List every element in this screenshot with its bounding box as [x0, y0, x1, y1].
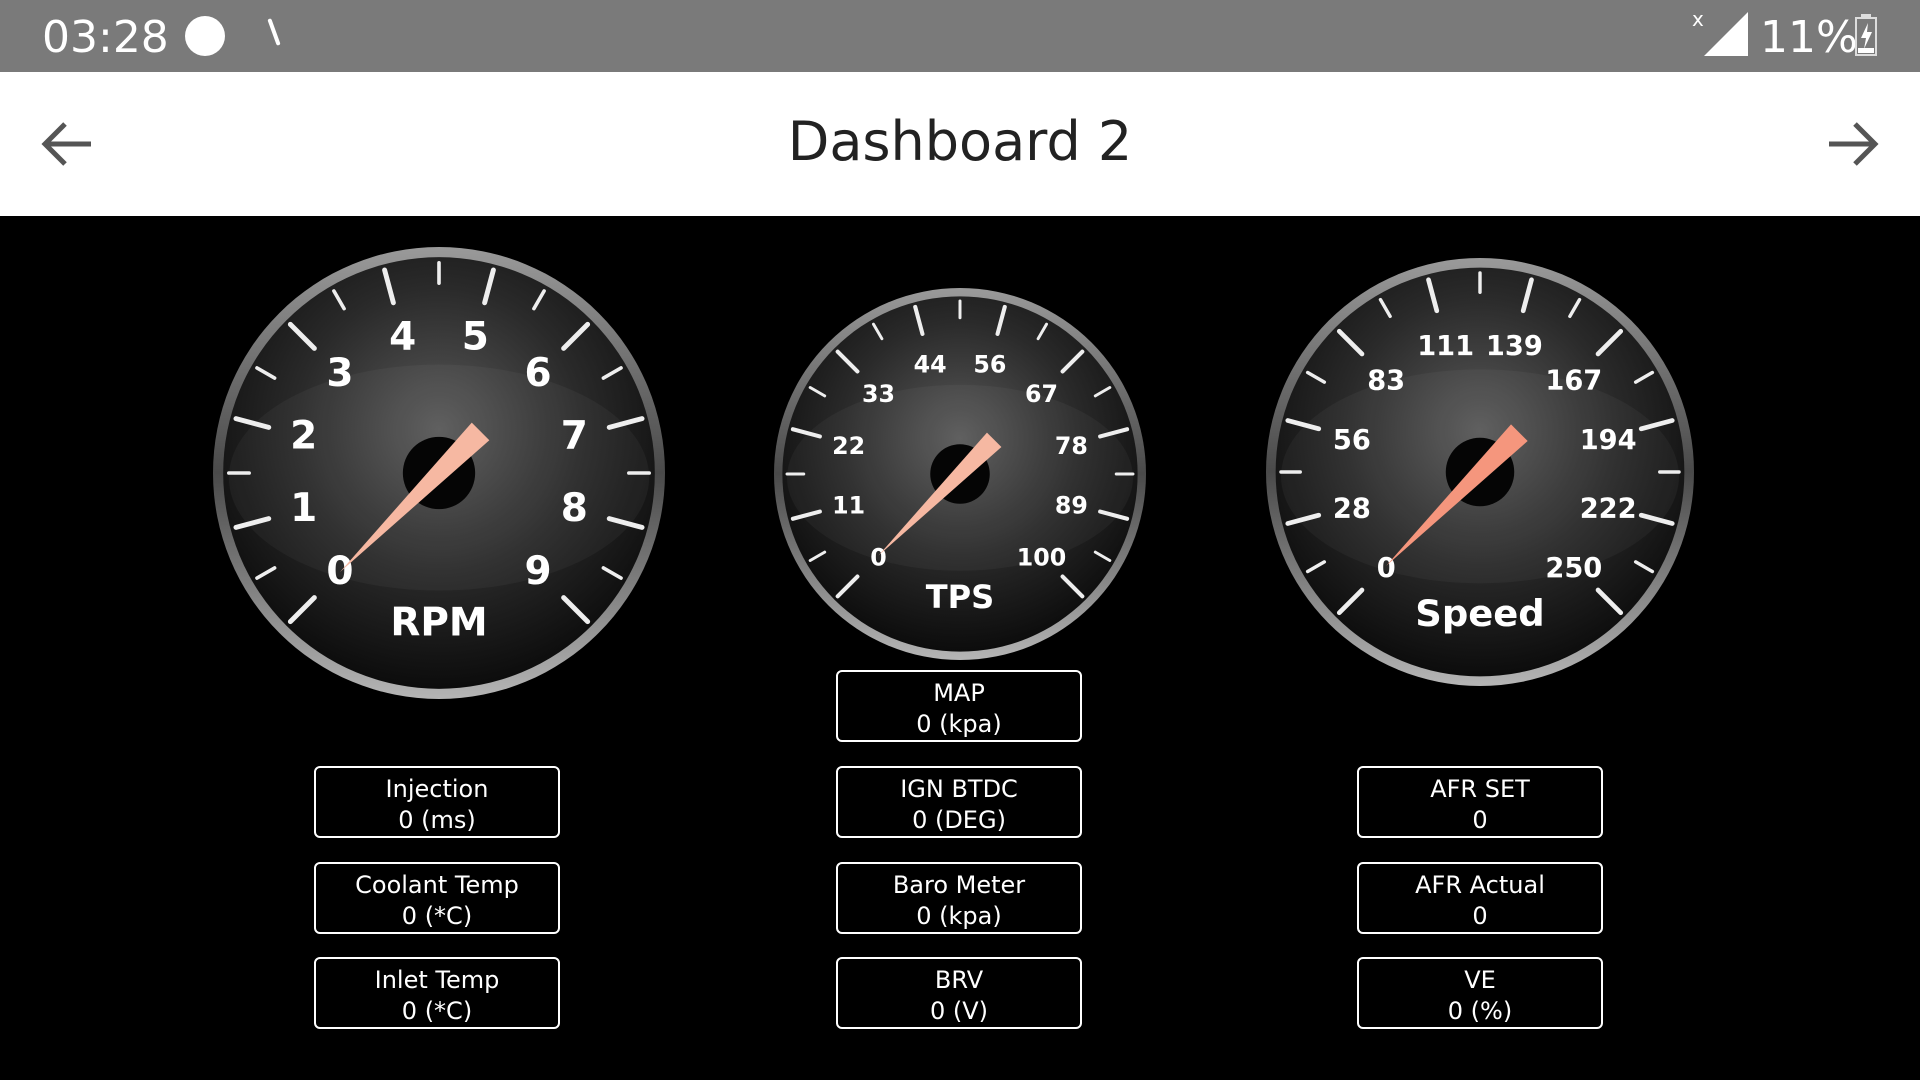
page-title: Dashboard 2 [787, 110, 1133, 173]
readout-label: VE [1464, 966, 1496, 994]
readout-value: 0 (ms) [398, 806, 476, 834]
readout-value: 0 (kpa) [916, 710, 1002, 738]
readout-label: Injection [385, 775, 489, 803]
readout-label: BRV [934, 966, 984, 994]
gauge-tick-label: 7 [561, 414, 588, 459]
notification-dot-icon [185, 16, 225, 56]
gauge-tick-label: 28 [1333, 494, 1371, 525]
readout-label: Inlet Temp [374, 966, 500, 994]
status-time: 03:28 [42, 12, 169, 63]
readout-value: 0 (kpa) [916, 902, 1002, 930]
gauge-tick-label: 8 [561, 486, 588, 531]
gauge-tick-label: 0 [870, 543, 887, 571]
readout-value: 0 (DEG) [912, 806, 1006, 834]
gauge-tick-label: 1 [290, 486, 317, 531]
gauge-tick-label: 167 [1545, 365, 1602, 396]
readout-value: 0 [1472, 806, 1488, 834]
gauge-label: RPM [390, 601, 487, 646]
readout-label: Coolant Temp [355, 871, 519, 899]
readout-afr-actual: AFR Actual 0 [1357, 862, 1603, 934]
gauge-tick-label: 111 [1417, 331, 1474, 362]
readout-label: IGN BTDC [900, 775, 1018, 803]
gauge-tick-label: 3 [326, 351, 353, 396]
gauge-tick-label: 9 [525, 549, 552, 594]
readout-baro-meter: Baro Meter 0 (kpa) [836, 862, 1082, 934]
gauge-tick-label: 0 [1377, 553, 1396, 584]
gauge-tick-label: 67 [1025, 380, 1058, 408]
gauge-label: Speed [1415, 592, 1544, 635]
readout-map: MAP 0 (kpa) [836, 670, 1082, 742]
gauge-tick-label: 83 [1367, 365, 1405, 396]
gauge-tick-label: 4 [389, 315, 416, 360]
readout-label: Baro Meter [892, 871, 1026, 899]
readout-label: MAP [933, 679, 985, 707]
readout-value: 0 (%) [1447, 997, 1513, 1025]
arrow-right-icon [1829, 122, 1879, 166]
battery-percent: 11% [1760, 12, 1858, 63]
readout-coolant-temp: Coolant Temp 0 (*C) [314, 862, 560, 934]
gauge-tick-label: 194 [1580, 425, 1637, 456]
readout-brv: BRV 0 (V) [836, 957, 1082, 1029]
readout-inlet-temp: Inlet Temp 0 (*C) [314, 957, 560, 1029]
gauge-tick-label: 22 [832, 432, 865, 460]
gauge-tick-label: 56 [973, 350, 1006, 378]
gauge-tick-label: 11 [832, 492, 865, 520]
readout-afr-set: AFR SET 0 [1357, 766, 1603, 838]
rpm-gauge: 0 1 2 3 4 5 6 7 8 9 RPM [211, 245, 667, 701]
readout-ve: VE 0 (%) [1357, 957, 1603, 1029]
readout-injection: Injection 0 (ms) [314, 766, 560, 838]
readout-label: AFR SET [1430, 775, 1530, 803]
gauge-tick-label: 0 [326, 549, 353, 594]
svg-text:x: x [1692, 10, 1704, 31]
status-bar: 03:28 x 11% [0, 0, 1920, 72]
gauge-tick-label: 139 [1486, 331, 1543, 362]
battery-charging-icon [1855, 14, 1877, 56]
gauge-tick-label: 56 [1333, 425, 1371, 456]
signal-no-data-icon: x [1692, 10, 1748, 56]
gauge-tick-label: 2 [290, 414, 317, 459]
readout-value: 0 (V) [929, 997, 989, 1025]
gauge-tick-label: 89 [1055, 492, 1088, 520]
app-bar: Dashboard 2 [0, 72, 1920, 216]
gauge-tick-label: 44 [914, 350, 947, 378]
gauge-tick-label: 33 [862, 380, 895, 408]
speed-gauge: 0 28 56 83 111 139 167 194 222 250 Speed [1264, 256, 1696, 688]
gauge-tick-label: 100 [1017, 543, 1066, 571]
forward-button[interactable] [1810, 102, 1894, 186]
readout-value: 0 (*C) [401, 997, 473, 1025]
readout-ign-btdc: IGN BTDC 0 (DEG) [836, 766, 1082, 838]
tps-gauge: 0 11 22 33 44 56 67 78 89 100 TPS [772, 286, 1148, 662]
gauge-tick-label: 222 [1580, 494, 1637, 525]
gauge-tick-label: 250 [1545, 553, 1602, 584]
readout-value: 0 [1472, 902, 1488, 930]
notification-icon [267, 18, 281, 46]
gauge-tick-label: 5 [462, 315, 489, 360]
gauge-tick-label: 6 [525, 351, 552, 396]
gauge-label: TPS [926, 578, 995, 616]
gauge-tick-label: 78 [1055, 432, 1088, 460]
readout-label: AFR Actual [1415, 871, 1545, 899]
readout-value: 0 (*C) [401, 902, 473, 930]
